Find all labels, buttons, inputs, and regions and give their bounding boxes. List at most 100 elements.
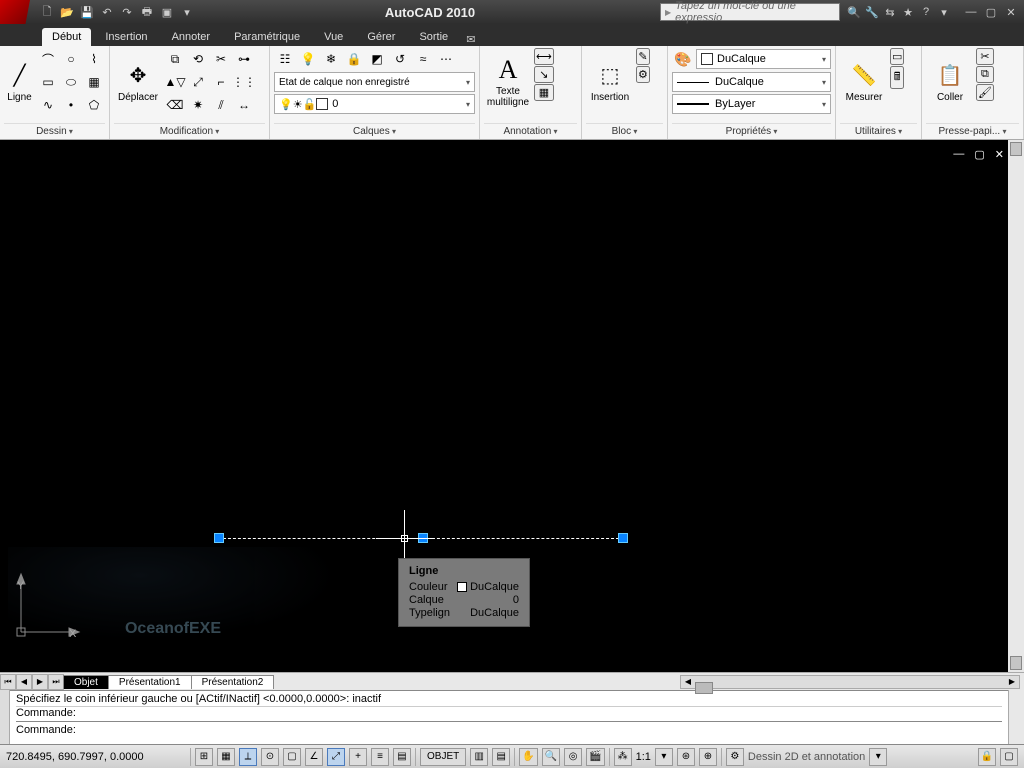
cmd-handle[interactable] [0,690,10,744]
layer-more-icon[interactable]: ⋯ [435,48,457,70]
grid-toggle[interactable]: ▦ [217,748,235,766]
qp-toggle[interactable]: ▤ [393,748,411,766]
vertical-scrollbar[interactable] [1008,140,1024,672]
tab-sortie[interactable]: Sortie [409,28,458,46]
tab-vue[interactable]: Vue [314,28,353,46]
select-icon[interactable]: ▭ [890,48,904,65]
lock-ui-icon[interactable]: 🔒 [978,748,996,766]
showmotion-icon[interactable]: 🎬 [586,748,604,766]
infocenter-search[interactable]: Tapez un mot-clé ou une expressio [660,3,840,21]
explode-icon[interactable]: ✷ [187,94,209,116]
pan-icon[interactable]: ✋ [519,748,537,766]
fillet-icon[interactable]: ⌐ [210,71,232,93]
grip-end[interactable] [618,533,628,543]
ellipse-icon[interactable]: ⬭ [60,71,82,93]
layout-prev-icon[interactable]: ◀ [16,674,32,690]
block-edit-icon[interactable]: ⚙ [636,66,650,83]
layout-tab-p1[interactable]: Présentation1 [108,675,192,689]
panel-title-bloc[interactable]: Bloc [586,123,663,139]
measure-button[interactable]: 📏 Mesurer [840,48,888,116]
print-icon[interactable]: 🖶 [138,3,156,21]
annoscale-icon[interactable]: ⁂ [614,748,632,766]
hscroll-thumb[interactable] [695,682,713,694]
app-menu-icon[interactable] [0,0,30,24]
panel-title-calques[interactable]: Calques [274,123,475,139]
qv-layouts-icon[interactable]: ▥ [470,748,488,766]
tab-gerer[interactable]: Gérer [357,28,405,46]
layer-prev-icon[interactable]: ↺ [389,48,411,70]
doc-min-icon[interactable]: — [953,148,964,161]
trim-icon[interactable]: ✂ [210,48,232,70]
qat-more-icon[interactable]: ▾ [178,3,196,21]
insert-button[interactable]: ⬚ Insertion [586,48,634,116]
stretch-icon[interactable]: ↔ [233,94,255,116]
color-wheel-icon[interactable]: 🎨 [672,48,694,70]
sheet-icon[interactable]: ▣ [158,3,176,21]
maximize-icon[interactable]: ▢ [982,6,1000,19]
cut-icon[interactable]: ✂ [976,48,994,65]
lineweight-combo[interactable]: ByLayer [672,94,831,114]
horizontal-scrollbar[interactable]: ◀ ▶ [680,675,1020,689]
doc-close-icon[interactable]: ✕ [995,148,1004,161]
block-create-icon[interactable]: ✎ [636,48,650,65]
otrack-toggle[interactable]: ∠ [305,748,323,766]
layer-current-combo[interactable]: 💡 ☀ 🔓 0 [274,94,475,114]
polar-toggle[interactable]: ⊙ [261,748,279,766]
dyn-toggle[interactable]: + [349,748,367,766]
qv-drawings-icon[interactable]: ▤ [492,748,510,766]
close-icon[interactable]: ✕ [1002,6,1020,19]
panel-title-proprietes[interactable]: Propriétés [672,123,831,139]
help-icon[interactable]: ? [918,6,934,19]
tab-debut[interactable]: Début [42,28,91,46]
layer-iso-icon[interactable]: ◩ [366,48,388,70]
workspace-gear-icon[interactable]: ⚙ [726,748,744,766]
rotate-icon[interactable]: ⟲ [187,48,209,70]
vscroll-down-arrow[interactable] [1010,656,1022,670]
matchprop-icon[interactable]: 🖌 [976,84,994,101]
pline-icon[interactable]: ⌇ [83,48,105,70]
rect-icon[interactable]: ▭ [37,71,59,93]
scale-icon[interactable]: ⤢ [187,71,209,93]
minimize-icon[interactable]: — [962,6,980,19]
linetype-combo[interactable]: DuCalque [672,72,831,92]
layer-freeze-icon[interactable]: ❄ [320,48,342,70]
tab-insertion[interactable]: Insertion [95,28,157,46]
ducs-toggle[interactable]: ⤢ [327,748,345,766]
layout-first-icon[interactable]: ⏮ [0,674,16,690]
search-icon[interactable]: 🔍 [846,6,862,19]
snap-toggle[interactable]: ⊞ [195,748,213,766]
osnap-toggle[interactable]: ▢ [283,748,301,766]
clean-screen-icon[interactable]: ▢ [1000,748,1018,766]
undo-icon[interactable]: ↶ [98,3,116,21]
panel-title-modification[interactable]: Modification [114,123,265,139]
line-button[interactable]: ╱ Ligne [4,48,35,116]
lwt-toggle[interactable]: ≡ [371,748,389,766]
exchange-icon[interactable]: ⇆ [882,6,898,19]
mail-icon[interactable]: ✉ [466,33,475,46]
color-combo[interactable]: DuCalque [696,49,831,69]
cmd-scrollbar[interactable] [1008,690,1024,744]
layer-match-icon[interactable]: ≈ [412,48,434,70]
hatch-icon[interactable]: ▦ [83,71,105,93]
panel-title-annotation[interactable]: Annotation [484,123,577,139]
steering-icon[interactable]: ◎ [564,748,582,766]
paste-button[interactable]: 📋 Coller [926,48,974,116]
tab-parametrique[interactable]: Paramétrique [224,28,310,46]
help-more-icon[interactable]: ▾ [936,6,952,19]
panel-title-utilitaires[interactable]: Utilitaires [840,123,917,139]
coordinates[interactable]: 720.8495, 690.7997, 0.0000 [6,751,186,763]
model-paper-toggle[interactable]: OBJET [420,748,466,766]
table-icon[interactable]: ▦ [534,84,554,101]
drawing-area[interactable]: — ▢ ✕ Ligne CouleurDuCalque Calque0 Type… [0,140,1024,672]
panel-title-clip[interactable]: Presse-papi... [926,123,1019,139]
layout-last-icon[interactable]: ⏭ [48,674,64,690]
copy-icon[interactable]: ⧉ [164,48,186,70]
ortho-toggle[interactable]: ⟂ [239,748,257,766]
cmd-prompt[interactable]: Commande: [16,721,1002,736]
command-line[interactable]: Spécifiez le coin inférieur gauche ou [A… [0,690,1024,744]
annotation-scale[interactable]: 1:1 [636,751,651,763]
spline-icon[interactable]: ∿ [37,94,59,116]
arc-icon[interactable]: ⌒ [37,48,59,70]
copy-clip-icon[interactable]: ⧉ [976,66,994,83]
dim-linear-icon[interactable]: ⟷ [534,48,554,65]
